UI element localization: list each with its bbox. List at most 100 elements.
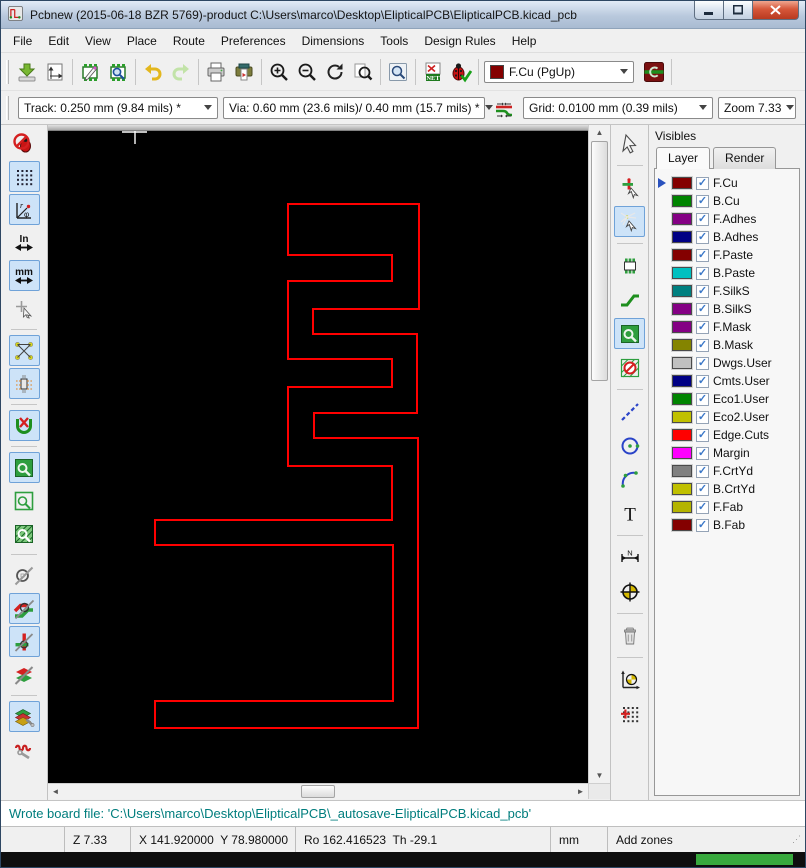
layer-visibility-checkbox[interactable]: ✓ bbox=[696, 356, 709, 370]
layer-color-swatch[interactable] bbox=[672, 519, 692, 531]
layer-color-swatch[interactable] bbox=[672, 267, 692, 279]
minimize-button[interactable] bbox=[694, 1, 724, 20]
add-circle-button[interactable] bbox=[614, 430, 645, 461]
layer-color-swatch[interactable] bbox=[672, 411, 692, 423]
layer-color-swatch[interactable] bbox=[672, 249, 692, 261]
menu-place[interactable]: Place bbox=[119, 30, 165, 52]
layer-row-eco2-user[interactable]: ✓ Eco2.User bbox=[657, 408, 797, 426]
add-graphic-line-button[interactable] bbox=[614, 396, 645, 427]
pads-sketch-button[interactable] bbox=[9, 560, 40, 591]
delete-item-button[interactable] bbox=[614, 620, 645, 651]
add-keepout-button[interactable] bbox=[614, 352, 645, 383]
add-dimension-button[interactable]: N bbox=[614, 542, 645, 573]
layer-color-swatch[interactable] bbox=[672, 483, 692, 495]
layer-color-swatch[interactable] bbox=[672, 375, 692, 387]
layer-color-swatch[interactable] bbox=[672, 285, 692, 297]
layer-row-eco1-user[interactable]: ✓ Eco1.User bbox=[657, 390, 797, 408]
layer-row-dwgs-user[interactable]: ✓ Dwgs.User bbox=[657, 354, 797, 372]
menu-design-rules[interactable]: Design Rules bbox=[416, 30, 503, 52]
close-button[interactable] bbox=[753, 1, 799, 20]
track-autodelete-button[interactable] bbox=[8, 410, 40, 441]
grid-size-select[interactable]: Grid: 0.0100 mm (0.39 mils) bbox=[523, 96, 713, 119]
redo-button[interactable] bbox=[167, 58, 195, 86]
units-mm-button[interactable]: mm bbox=[8, 260, 40, 291]
cursor-select-button[interactable] bbox=[614, 128, 645, 159]
horizontal-scrollbar[interactable]: ◄ ► bbox=[48, 783, 588, 799]
layer-color-swatch[interactable] bbox=[672, 465, 692, 477]
layer-color-swatch[interactable] bbox=[672, 393, 692, 405]
layer-visibility-checkbox[interactable]: ✓ bbox=[696, 518, 709, 532]
layer-color-swatch[interactable] bbox=[672, 501, 692, 513]
layer-row-b-silks[interactable]: ✓ B.SilkS bbox=[657, 300, 797, 318]
microwave-tools-button[interactable] bbox=[9, 734, 40, 765]
layer-row-f-cu[interactable]: ✓ F.Cu bbox=[657, 174, 797, 192]
drc-check-button[interactable] bbox=[447, 58, 475, 86]
maximize-button[interactable] bbox=[724, 1, 753, 20]
add-arc-button[interactable] bbox=[614, 464, 645, 495]
undo-button[interactable] bbox=[139, 58, 167, 86]
layer-row-f-crtyd[interactable]: ✓ F.CrtYd bbox=[657, 462, 797, 480]
track-width-select[interactable]: Track: 0.250 mm (9.84 mils) * bbox=[18, 96, 218, 119]
tab-render[interactable]: Render bbox=[713, 147, 777, 169]
active-layer-select[interactable]: F.Cu (PgUp) bbox=[484, 60, 634, 83]
zones-hatched-button[interactable] bbox=[9, 518, 40, 549]
layer-visibility-checkbox[interactable]: ✓ bbox=[696, 194, 709, 208]
add-track-button[interactable] bbox=[614, 284, 645, 315]
layer-color-swatch[interactable] bbox=[672, 195, 692, 207]
menu-help[interactable]: Help bbox=[504, 30, 545, 52]
layer-row-margin[interactable]: ✓ Margin bbox=[657, 444, 797, 462]
layer-visibility-checkbox[interactable]: ✓ bbox=[696, 446, 709, 460]
zones-outline-button[interactable] bbox=[9, 485, 40, 516]
units-inch-button[interactable]: In bbox=[9, 227, 40, 258]
layer-row-f-silks[interactable]: ✓ F.SilkS bbox=[657, 282, 797, 300]
ratsnest-module-button[interactable] bbox=[8, 368, 40, 399]
vertical-scroll-thumb[interactable] bbox=[591, 141, 608, 381]
layer-visibility-checkbox[interactable]: ✓ bbox=[696, 176, 709, 190]
zoom-fit-button[interactable] bbox=[349, 58, 377, 86]
tracks-sketch-button[interactable] bbox=[8, 593, 40, 624]
layer-color-swatch[interactable] bbox=[672, 231, 692, 243]
layer-visibility-checkbox[interactable]: ✓ bbox=[696, 302, 709, 316]
grid-origin-button[interactable] bbox=[614, 698, 645, 729]
layer-visibility-checkbox[interactable]: ✓ bbox=[696, 284, 709, 298]
cursor-shape-button[interactable] bbox=[9, 293, 40, 324]
module-editor-button[interactable] bbox=[76, 58, 104, 86]
find-button[interactable] bbox=[384, 58, 412, 86]
zoom-out-button[interactable] bbox=[293, 58, 321, 86]
layer-color-swatch[interactable] bbox=[672, 447, 692, 459]
menu-dimensions[interactable]: Dimensions bbox=[294, 30, 373, 52]
polar-coords-button[interactable]: rφ bbox=[8, 194, 40, 225]
layer-color-swatch[interactable] bbox=[672, 357, 692, 369]
vertical-scrollbar[interactable]: ▲ ▼ bbox=[588, 125, 610, 783]
zoom-in-button[interactable] bbox=[265, 58, 293, 86]
layer-visibility-checkbox[interactable]: ✓ bbox=[696, 320, 709, 334]
layer-visibility-checkbox[interactable]: ✓ bbox=[696, 266, 709, 280]
print-button[interactable] bbox=[202, 58, 230, 86]
layer-row-edge-cuts[interactable]: ✓ Edge.Cuts bbox=[657, 426, 797, 444]
highlight-net-button[interactable] bbox=[614, 172, 645, 203]
sheet-settings-button[interactable] bbox=[41, 58, 69, 86]
layer-visibility-checkbox[interactable]: ✓ bbox=[696, 230, 709, 244]
layer-row-b-cu[interactable]: ✓ B.Cu bbox=[657, 192, 797, 210]
layer-row-f-fab[interactable]: ✓ F.Fab bbox=[657, 498, 797, 516]
layer-row-f-paste[interactable]: ✓ F.Paste bbox=[657, 246, 797, 264]
via-size-select[interactable]: Via: 0.60 mm (23.6 mils)/ 0.40 mm (15.7 … bbox=[223, 96, 493, 119]
add-footprint-button[interactable] bbox=[614, 250, 645, 281]
layer-visibility-checkbox[interactable]: ✓ bbox=[696, 374, 709, 388]
layer-visibility-checkbox[interactable]: ✓ bbox=[696, 464, 709, 478]
layer-color-swatch[interactable] bbox=[672, 303, 692, 315]
zones-filled-button[interactable] bbox=[8, 452, 40, 483]
layer-row-f-adhes[interactable]: ✓ F.Adhes bbox=[657, 210, 797, 228]
scroll-down-arrow[interactable]: ▼ bbox=[589, 768, 610, 783]
plot-button[interactable] bbox=[230, 58, 258, 86]
menu-view[interactable]: View bbox=[77, 30, 119, 52]
layer-row-b-fab[interactable]: ✓ B.Fab bbox=[657, 516, 797, 534]
layer-visibility-checkbox[interactable]: ✓ bbox=[696, 500, 709, 514]
layer-row-b-paste[interactable]: ✓ B.Paste bbox=[657, 264, 797, 282]
auto-track-width-button[interactable] bbox=[490, 94, 518, 122]
netlist-button[interactable]: NET bbox=[419, 58, 447, 86]
layer-color-swatch[interactable] bbox=[672, 321, 692, 333]
layer-visibility-checkbox[interactable]: ✓ bbox=[696, 410, 709, 424]
layer-row-cmts-user[interactable]: ✓ Cmts.User bbox=[657, 372, 797, 390]
high-contrast-button[interactable] bbox=[9, 659, 40, 690]
